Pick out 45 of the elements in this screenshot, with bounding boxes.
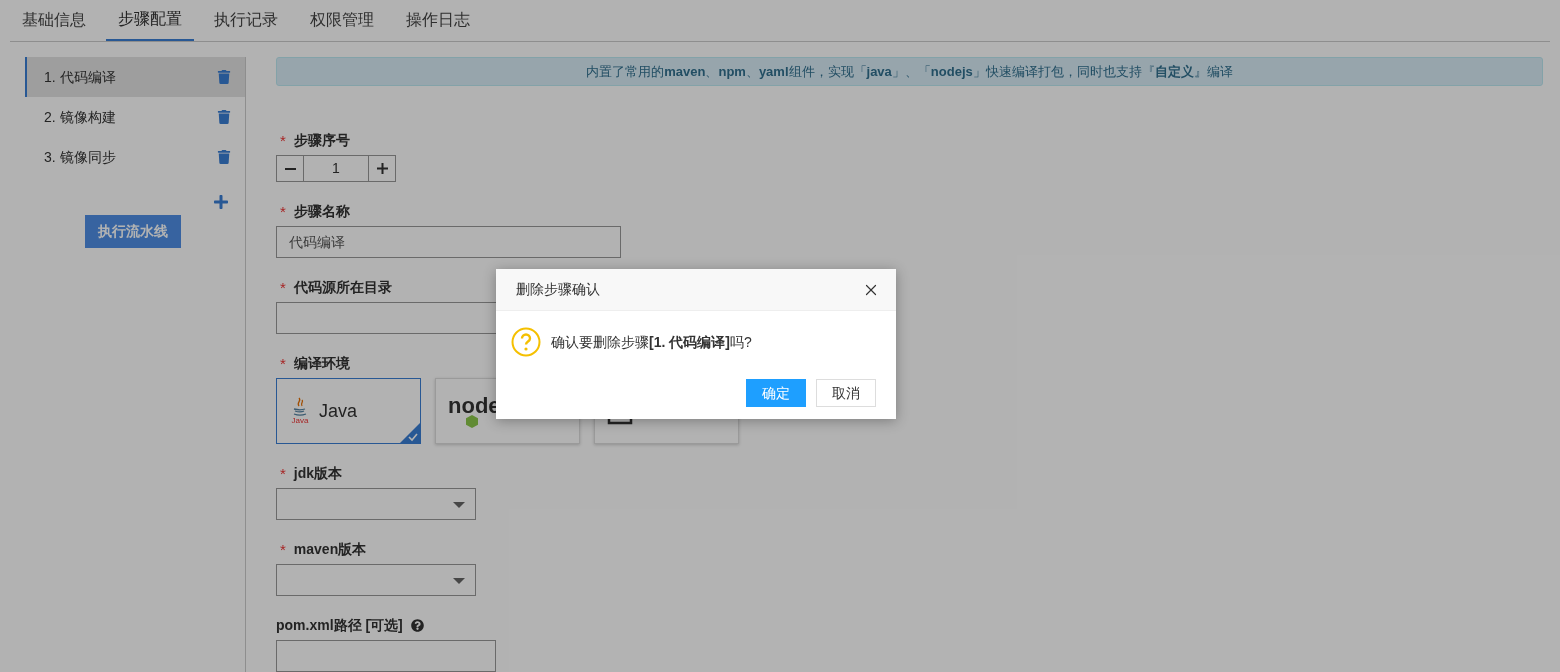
caret-icon <box>453 578 465 584</box>
field-label: 步骤序号 <box>293 130 350 150</box>
field-label: maven版本 <box>293 539 367 559</box>
field-label: pom.xml路径 [可选] <box>276 615 403 635</box>
field-label: 步骤名称 <box>293 201 350 221</box>
environment-option[interactable]: Java Java <box>276 378 421 444</box>
info-banner: 内置了常用的maven、npm、yaml组件，实现「java」、「nodejs」快速编译打包，同时也支持『自定义』编译 <box>276 57 1543 86</box>
step-item[interactable]: 2. 镜像构建 <box>25 97 245 137</box>
tab[interactable]: 步骤配置 <box>106 0 194 41</box>
option-label: Java <box>319 399 358 423</box>
trash-icon[interactable] <box>217 70 231 84</box>
required-mark: * <box>279 355 286 371</box>
dialog-message: 确认要删除步骤[1. 代码编译]吗? <box>551 332 752 352</box>
tab[interactable]: 操作日志 <box>394 0 482 41</box>
text-field[interactable]: 代码编译 <box>276 226 621 258</box>
caret-icon <box>453 502 465 508</box>
stepper-value: 1 <box>331 159 341 178</box>
step-label: 1. 代码编译 <box>44 67 116 87</box>
help-icon[interactable] <box>410 618 424 632</box>
required-mark: * <box>279 541 286 557</box>
step-label: 2. 镜像构建 <box>44 107 116 127</box>
tab[interactable]: 权限管理 <box>298 0 386 41</box>
step-number-stepper[interactable]: 1 <box>276 155 396 182</box>
cancel-button[interactable]: 取消 <box>816 379 876 407</box>
select-field[interactable] <box>276 488 476 520</box>
select-field[interactable] <box>276 564 476 596</box>
required-mark: * <box>279 465 286 481</box>
tab[interactable]: 执行记录 <box>202 0 290 41</box>
tab[interactable]: 基础信息 <box>10 0 98 41</box>
field-label: 编译环境 <box>293 353 350 373</box>
field-label: jdk版本 <box>293 463 343 483</box>
trash-icon[interactable] <box>217 110 231 124</box>
dialog-title: 删除步骤确认 <box>516 280 600 299</box>
question-icon <box>511 327 541 357</box>
required-mark: * <box>279 132 286 148</box>
field-label: 代码源所在目录 <box>293 277 392 297</box>
trash-icon[interactable] <box>217 150 231 164</box>
step-item[interactable]: 1. 代码编译 <box>25 57 245 97</box>
text-field[interactable] <box>276 640 496 672</box>
required-mark: * <box>279 203 286 219</box>
step-item[interactable]: 3. 镜像同步 <box>25 137 245 177</box>
selected-check-icon <box>400 423 420 443</box>
step-label: 3. 镜像同步 <box>44 147 116 167</box>
required-mark: * <box>279 279 286 295</box>
add-step-icon[interactable] <box>213 194 229 210</box>
